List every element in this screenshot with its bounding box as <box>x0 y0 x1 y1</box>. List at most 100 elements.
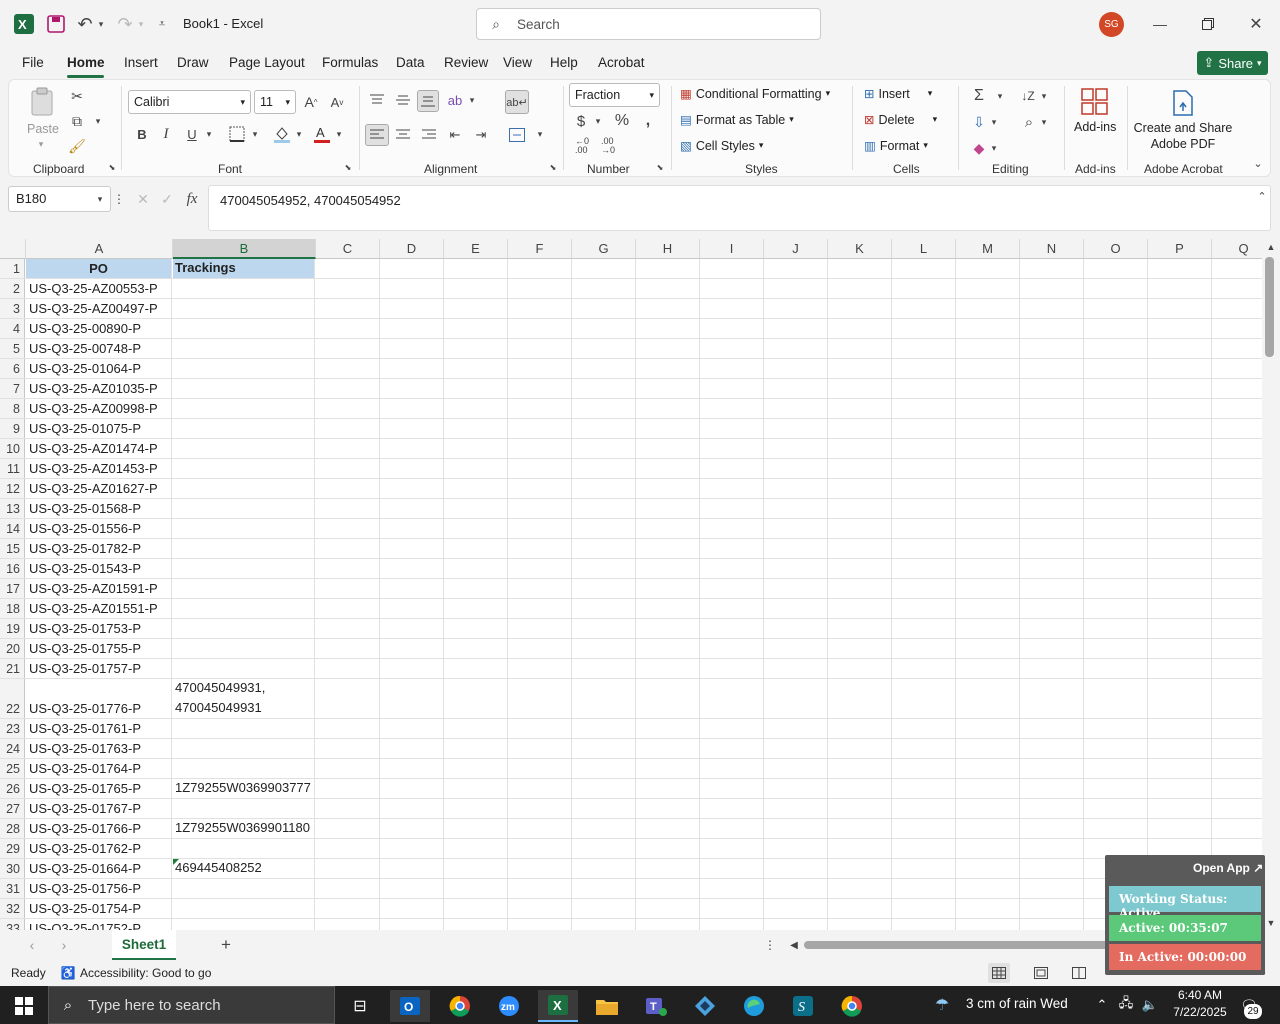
share-button[interactable]: ⇪ Share ▾ <box>1197 51 1268 75</box>
add-sheet-icon[interactable]: + <box>216 935 236 955</box>
normal-view-icon[interactable] <box>988 963 1010 983</box>
cell-tracking[interactable] <box>173 299 315 318</box>
more-options-icon[interactable]: ⋮ <box>113 191 125 207</box>
column-header-f[interactable]: F <box>508 239 572 259</box>
fill-color-icon[interactable] <box>271 124 293 144</box>
merge-center-icon[interactable] <box>507 124 527 146</box>
row-number[interactable]: 12 <box>0 479 25 498</box>
cell-tracking[interactable] <box>173 559 315 578</box>
row-number[interactable]: 16 <box>0 559 25 578</box>
column-header-m[interactable]: M <box>956 239 1020 259</box>
taskbar-search-box[interactable]: ⌕ Type here to search <box>48 986 335 1024</box>
app-diamond-icon[interactable] <box>685 990 725 1022</box>
italic-button[interactable]: I <box>157 124 175 144</box>
redo-dropdown-icon[interactable]: ▾ <box>136 15 146 33</box>
align-right-icon[interactable] <box>419 124 439 146</box>
cell-tracking[interactable] <box>173 839 315 858</box>
row-number[interactable]: 25 <box>0 759 25 778</box>
cell-po[interactable]: US-Q3-25-01754-P <box>26 899 172 918</box>
search-box[interactable]: ⌕ Search <box>476 8 821 40</box>
column-header-c[interactable]: C <box>316 239 380 259</box>
tab-formulas[interactable]: Formulas <box>322 55 378 70</box>
column-header-q[interactable]: Q <box>1212 239 1262 259</box>
row-number[interactable]: 24 <box>0 739 25 758</box>
cell-po[interactable]: US-Q3-25-01064-P <box>26 359 172 378</box>
column-header-a[interactable]: A <box>26 239 173 259</box>
column-header-b[interactable]: B <box>173 239 316 259</box>
find-select-icon[interactable]: ⌕ <box>1019 112 1039 132</box>
cell-tracking[interactable] <box>173 579 315 598</box>
tray-expand-icon[interactable]: ⌃ <box>1094 995 1110 1015</box>
format-cells-button[interactable]: ▥ Format ▾ <box>864 138 928 154</box>
cell-po[interactable]: US-Q3-25-01568-P <box>26 499 172 518</box>
cell-tracking[interactable] <box>173 759 315 778</box>
clear-dropdown-icon[interactable]: ▾ <box>989 140 999 156</box>
cell-po[interactable]: US-Q3-25-01556-P <box>26 519 172 538</box>
row-number[interactable]: 26 <box>0 779 25 798</box>
column-header-g[interactable]: G <box>572 239 636 259</box>
cell-po[interactable]: US-Q3-25-AZ01453-P <box>26 459 172 478</box>
align-top-icon[interactable] <box>367 90 387 110</box>
row-number[interactable]: 20 <box>0 639 25 658</box>
prev-sheet-icon[interactable]: ‹ <box>24 936 40 954</box>
cell-po[interactable]: US-Q3-25-01762-P <box>26 839 172 858</box>
tab-insert[interactable]: Insert <box>124 55 158 70</box>
cell-tracking[interactable] <box>173 599 315 618</box>
clock-date[interactable]: 7/22/2025 <box>1167 1005 1233 1019</box>
align-middle-icon[interactable] <box>393 90 413 110</box>
cell-po[interactable]: US-Q3-25-01764-P <box>26 759 172 778</box>
column-header-p[interactable]: P <box>1148 239 1212 259</box>
file-explorer-icon[interactable] <box>587 990 627 1022</box>
cell-tracking[interactable] <box>173 279 315 298</box>
tab-review[interactable]: Review <box>444 55 488 70</box>
cell-po[interactable]: US-Q3-25-01753-P <box>26 619 172 638</box>
cell-po[interactable]: PO <box>26 259 172 278</box>
cell-po[interactable]: US-Q3-25-01755-P <box>26 639 172 658</box>
orientation-dropdown-icon[interactable]: ▾ <box>467 92 477 108</box>
cell-po[interactable]: US-Q3-25-01765-P <box>26 779 172 798</box>
copy-icon[interactable]: ⧉ <box>67 111 87 131</box>
alignment-launcher-icon[interactable]: ⬊ <box>548 162 558 172</box>
cell-tracking[interactable] <box>173 419 315 438</box>
tab-home[interactable]: Home <box>67 55 105 70</box>
undo-dropdown-icon[interactable]: ▾ <box>96 15 106 33</box>
column-header-l[interactable]: L <box>892 239 956 259</box>
cell-tracking[interactable] <box>173 399 315 418</box>
next-sheet-icon[interactable]: › <box>56 936 72 954</box>
network-icon[interactable]: 🖧 <box>1116 995 1136 1015</box>
cell-po[interactable]: US-Q3-25-AZ01035-P <box>26 379 172 398</box>
create-share-pdf-button[interactable]: Create and Share Adobe PDF <box>1133 120 1233 152</box>
windows-start-icon[interactable] <box>4 990 44 1022</box>
cell-po[interactable]: US-Q3-25-AZ01627-P <box>26 479 172 498</box>
row-number[interactable]: 29 <box>0 839 25 858</box>
autosum-dropdown-icon[interactable]: ▾ <box>995 88 1005 104</box>
page-break-view-icon[interactable] <box>1068 963 1090 983</box>
paste-dropdown-icon[interactable]: ▾ <box>35 138 47 150</box>
decrease-decimal-icon[interactable]: .00 →0 <box>597 137 619 155</box>
adobe-pdf-icon[interactable] <box>1169 88 1197 118</box>
cell-tracking[interactable]: 469445408252 <box>173 859 315 878</box>
cell-tracking[interactable] <box>173 339 315 358</box>
teams-icon[interactable]: T <box>636 990 676 1022</box>
cell-tracking[interactable] <box>173 719 315 738</box>
bold-button[interactable]: B <box>133 124 151 144</box>
delete-cells-button[interactable]: ⊠ Delete ▾ <box>864 112 937 128</box>
cell-tracking[interactable]: 470045049931, 470045049931 <box>173 679 315 718</box>
column-header-k[interactable]: K <box>828 239 892 259</box>
cell-tracking[interactable] <box>173 539 315 558</box>
orientation-icon[interactable]: ab <box>445 90 465 110</box>
name-box-dropdown-icon[interactable]: ▾ <box>94 191 106 207</box>
row-number[interactable]: 30 <box>0 859 25 878</box>
row-number[interactable]: 2 <box>0 279 25 298</box>
format-painter-icon[interactable]: 🖌 <box>67 136 87 156</box>
underline-button[interactable]: U <box>183 124 201 144</box>
tab-split-icon[interactable]: ⋮ <box>764 936 776 954</box>
increase-indent-icon[interactable]: ⇥ <box>471 124 491 146</box>
font-name-box[interactable]: Calibri ▾ <box>128 90 251 114</box>
tab-view[interactable]: View <box>503 55 532 70</box>
cell-tracking[interactable] <box>173 479 315 498</box>
clear-icon[interactable]: ◆ <box>969 138 989 158</box>
enter-icon[interactable]: ✓ <box>158 190 176 208</box>
row-number[interactable]: 21 <box>0 659 25 678</box>
find-dropdown-icon[interactable]: ▾ <box>1039 114 1049 130</box>
